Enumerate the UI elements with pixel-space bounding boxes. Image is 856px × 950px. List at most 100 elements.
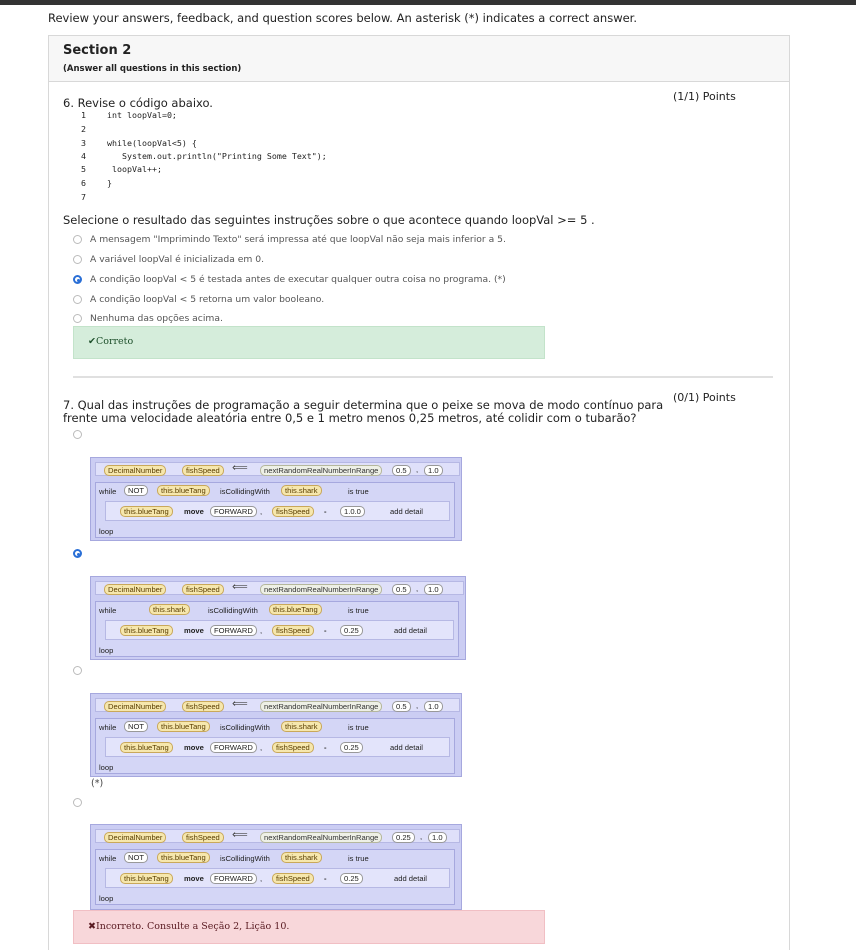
- declaration-row: DecimalNumber fishSpeed ⟸ nextRandomReal…: [95, 462, 460, 476]
- speed-tile: fishSpeed: [272, 873, 314, 884]
- q7-option-1-code-block[interactable]: DecimalNumber fishSpeed ⟸ nextRandomReal…: [90, 457, 462, 541]
- q7-option-1-radio[interactable]: [73, 430, 82, 439]
- section-header: Section 2 (Answer all questions in this …: [49, 36, 789, 82]
- q6-points: (1/1) Points: [673, 90, 736, 103]
- not-tile: NOT: [124, 485, 149, 496]
- object-tile: this.shark: [281, 485, 322, 496]
- radio-button[interactable]: [73, 255, 82, 264]
- amount-tile: 0.25: [340, 742, 363, 753]
- option-label: Nenhuma das opções acima.: [90, 313, 223, 324]
- q6-question: Selecione o resultado das seguintes inst…: [63, 213, 595, 227]
- assign-arrow-icon: ⟸: [232, 462, 248, 474]
- q7-option-4-code-block[interactable]: DecimalNumber fishSpeed ⟸ nextRandomReal…: [90, 824, 462, 910]
- type-tile: DecimalNumber: [104, 832, 167, 843]
- q7-option-3-code-block[interactable]: DecimalNumber fishSpeed ⟸ nextRandomReal…: [90, 693, 462, 777]
- method-tile: nextRandomRealNumberInRange: [260, 584, 383, 595]
- feedback-text: ✖Incorreto. Consulte a Seção 2, Lição 10…: [88, 921, 290, 932]
- not-tile: NOT: [124, 721, 149, 732]
- variable-tile: fishSpeed: [182, 584, 224, 595]
- direction-tile: FORWARD: [210, 506, 257, 517]
- subject-tile: this.blueTang: [157, 721, 210, 732]
- section-subtitle: (Answer all questions in this section): [63, 64, 242, 74]
- direction-tile: FORWARD: [210, 873, 257, 884]
- while-block: while NOT this.blueTang isCollidingWith …: [95, 718, 455, 774]
- not-tile: NOT: [124, 852, 149, 863]
- variable-tile: fishSpeed: [182, 832, 224, 843]
- subject-tile: this.shark: [149, 604, 190, 615]
- while-block: while this.shark isCollidingWith this.bl…: [95, 601, 459, 657]
- top-bar: [0, 0, 856, 5]
- q6-code-listing: 1 int loopVal=0; 2 3 while(loopVal<5) { 4 …: [81, 110, 327, 202]
- radio-button[interactable]: [73, 295, 82, 304]
- move-statement: this.blueTang move FORWARD , fishSpeed -…: [105, 501, 450, 521]
- subject-tile: this.blueTang: [157, 485, 210, 496]
- q7-option-3-radio[interactable]: [73, 666, 82, 675]
- type-tile: DecimalNumber: [104, 584, 167, 595]
- intro-text: Review your answers, feedback, and quest…: [48, 11, 638, 25]
- variable-tile: fishSpeed: [182, 465, 224, 476]
- while-block: while NOT this.blueTang isCollidingWith …: [95, 849, 455, 905]
- type-tile: DecimalNumber: [104, 465, 167, 476]
- low-value: 0.5: [392, 701, 411, 712]
- move-statement: this.blueTang move FORWARD , fishSpeed -…: [105, 737, 450, 757]
- amount-tile: 0.25: [340, 625, 363, 636]
- mover-tile: this.blueTang: [120, 625, 173, 636]
- low-value: 0.5: [392, 584, 411, 595]
- section-panel: Section 2 (Answer all questions in this …: [48, 35, 790, 950]
- low-value: 0.5: [392, 465, 411, 476]
- option-label: A mensagem "Imprimindo Texto" será impre…: [90, 234, 506, 245]
- q6-feedback-correct: ✔Correto: [73, 326, 545, 359]
- direction-tile: FORWARD: [210, 625, 257, 636]
- correct-answer-marker: (*): [91, 778, 104, 789]
- option-label: A variável loopVal é inicializada em 0.: [90, 254, 265, 265]
- mover-tile: this.blueTang: [120, 506, 173, 517]
- variable-tile: fishSpeed: [182, 701, 224, 712]
- speed-tile: fishSpeed: [272, 742, 314, 753]
- move-statement: this.blueTang move FORWARD , fishSpeed -…: [105, 868, 450, 888]
- q7-points: (0/1) Points: [673, 391, 736, 404]
- high-value: 1.0: [424, 584, 443, 595]
- option-label: A condição loopVal < 5 é testada antes d…: [90, 274, 506, 285]
- q7-feedback-incorrect: ✖Incorreto. Consulte a Seção 2, Lição 10…: [73, 910, 545, 944]
- option-label: A condição loopVal < 5 retorna um valor …: [90, 294, 325, 305]
- assign-arrow-icon: ⟸: [232, 581, 248, 593]
- declaration-row: DecimalNumber fishSpeed ⟸ nextRandomReal…: [95, 829, 460, 843]
- radio-button-selected[interactable]: [73, 275, 82, 284]
- amount-tile: 0.25: [340, 873, 363, 884]
- object-tile: this.blueTang: [269, 604, 322, 615]
- object-tile: this.shark: [281, 852, 322, 863]
- q7-prompt-line1: 7. Qual das instruções de programação a …: [63, 398, 664, 412]
- method-tile: nextRandomRealNumberInRange: [260, 465, 383, 476]
- move-statement: this.blueTang move FORWARD , fishSpeed -…: [105, 620, 454, 640]
- section-title: Section 2: [63, 43, 132, 58]
- assign-arrow-icon: ⟸: [232, 829, 248, 841]
- q7-option-4-radio[interactable]: [73, 798, 82, 807]
- speed-tile: fishSpeed: [272, 506, 314, 517]
- object-tile: this.shark: [281, 721, 322, 732]
- q7-prompt-line2: frente uma velocidade aleatória entre 0,…: [63, 411, 637, 425]
- subject-tile: this.blueTang: [157, 852, 210, 863]
- question-divider: [73, 376, 773, 378]
- direction-tile: FORWARD: [210, 742, 257, 753]
- high-value: 1.0: [424, 701, 443, 712]
- while-block: while NOT this.blueTang isCollidingWith …: [95, 482, 455, 538]
- type-tile: DecimalNumber: [104, 701, 167, 712]
- declaration-row: DecimalNumber fishSpeed ⟸ nextRandomReal…: [95, 698, 460, 712]
- assign-arrow-icon: ⟸: [232, 698, 248, 710]
- method-tile: nextRandomRealNumberInRange: [260, 832, 383, 843]
- speed-tile: fishSpeed: [272, 625, 314, 636]
- high-value: 1.0: [428, 832, 447, 843]
- feedback-text: ✔Correto: [88, 336, 134, 347]
- q7-option-2-radio-selected[interactable]: [73, 549, 82, 558]
- method-tile: nextRandomRealNumberInRange: [260, 701, 383, 712]
- radio-button[interactable]: [73, 235, 82, 244]
- amount-tile: 1.0.0: [340, 506, 365, 517]
- radio-button[interactable]: [73, 314, 82, 323]
- mover-tile: this.blueTang: [120, 742, 173, 753]
- high-value: 1.0: [424, 465, 443, 476]
- q6-prompt: 6. Revise o código abaixo.: [63, 96, 213, 110]
- low-value: 0.25: [392, 832, 415, 843]
- q7-option-2-code-block[interactable]: DecimalNumber fishSpeed ⟸ nextRandomReal…: [90, 576, 466, 660]
- mover-tile: this.blueTang: [120, 873, 173, 884]
- declaration-row: DecimalNumber fishSpeed ⟸ nextRandomReal…: [95, 581, 464, 595]
